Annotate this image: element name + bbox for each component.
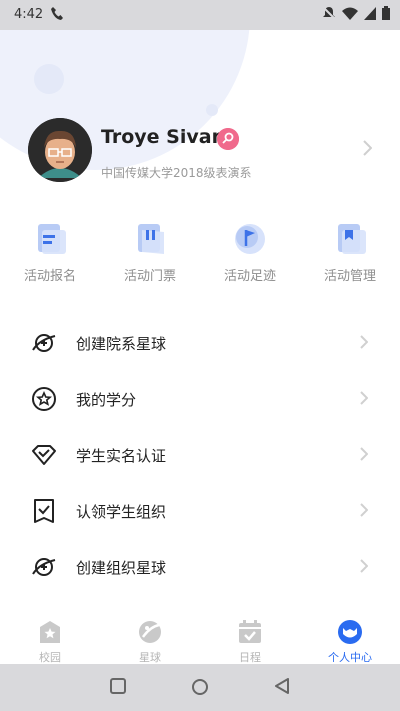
qa-label: 活动报名 (23, 269, 76, 284)
status-time: 4:42 (14, 7, 44, 22)
profile-header[interactable]: Troye Sivan 中国传媒大学2018级表演系 (0, 118, 400, 188)
tab-label: 校园 (39, 651, 61, 664)
menu-item-create-organization-planet[interactable]: 创建组织星球 (0, 538, 400, 594)
signal-icon (364, 6, 376, 20)
calendar-icon (237, 619, 263, 645)
status-icons (322, 6, 390, 20)
star-circle-icon (31, 386, 57, 412)
user-name: Troye Sivan (101, 126, 226, 148)
wifi-icon (342, 7, 358, 20)
chevron-right-icon (360, 446, 369, 465)
status-bar: 4:42 (0, 0, 400, 30)
mute-icon (322, 6, 336, 20)
home-button[interactable] (191, 678, 209, 700)
menu-item-student-verification[interactable]: 学生实名认证 (0, 426, 400, 482)
profile-page: Troye Sivan 中国传媒大学2018级表演系 活动报名 活动门票 活动足 (0, 30, 400, 664)
menu-label: 创建院系星球 (76, 335, 167, 353)
avatar[interactable] (28, 118, 92, 182)
menu-label: 学生实名认证 (76, 447, 167, 465)
recent-apps-button[interactable] (110, 678, 126, 698)
tab-label: 星球 (139, 651, 161, 664)
planet-add-icon (31, 330, 57, 356)
tab-planet[interactable]: 星球 (100, 607, 200, 664)
menu-list: 创建院系星球 我的学分 学生实名认证 认领学生组织 创建组织星球 (0, 314, 400, 594)
footprint-icon (234, 222, 266, 256)
qa-label: 活动管理 (323, 269, 376, 284)
background-decoration (206, 104, 218, 116)
qa-label: 活动门票 (123, 269, 176, 284)
diamond-check-icon (31, 442, 57, 468)
chevron-right-icon (360, 502, 369, 521)
management-icon (334, 222, 366, 256)
registration-icon (34, 222, 66, 256)
tab-label: 日程 (239, 651, 261, 664)
tab-campus[interactable]: 校园 (0, 607, 100, 664)
square-check-icon (31, 498, 57, 524)
menu-item-create-department-planet[interactable]: 创建院系星球 (0, 314, 400, 370)
tab-profile[interactable]: 个人中心 (300, 607, 400, 664)
chevron-right-icon[interactable] (363, 140, 373, 160)
chevron-right-icon (360, 390, 369, 409)
quick-actions: 活动报名 活动门票 活动足迹 活动管理 (0, 222, 400, 292)
menu-item-claim-organization[interactable]: 认领学生组织 (0, 482, 400, 538)
back-button[interactable] (274, 678, 290, 698)
wifi-calling-icon (50, 6, 64, 26)
qa-registration[interactable]: 活动报名 (0, 222, 100, 292)
chevron-right-icon (360, 558, 369, 577)
menu-label: 创建组织星球 (76, 559, 167, 577)
profile-icon (337, 619, 363, 645)
chevron-right-icon (360, 334, 369, 353)
system-nav-bar (0, 664, 400, 711)
battery-icon (382, 6, 390, 20)
bottom-tab-bar: 校园 星球 日程 个人中心 (0, 607, 400, 664)
campus-icon (37, 619, 63, 645)
qa-management[interactable]: 活动管理 (300, 222, 400, 292)
planet-icon (137, 619, 163, 645)
ticket-icon (134, 222, 166, 256)
planet-add-icon (31, 554, 57, 580)
background-decoration (34, 64, 64, 94)
menu-item-my-credits[interactable]: 我的学分 (0, 370, 400, 426)
tab-schedule[interactable]: 日程 (200, 607, 300, 664)
qa-label: 活动足迹 (223, 269, 276, 284)
tab-label: 个人中心 (328, 651, 372, 664)
verified-badge-icon (217, 128, 239, 150)
menu-label: 认领学生组织 (76, 503, 167, 521)
user-school: 中国传媒大学2018级表演系 (101, 166, 252, 180)
qa-ticket[interactable]: 活动门票 (100, 222, 200, 292)
qa-footprint[interactable]: 活动足迹 (200, 222, 300, 292)
menu-label: 我的学分 (76, 391, 137, 409)
